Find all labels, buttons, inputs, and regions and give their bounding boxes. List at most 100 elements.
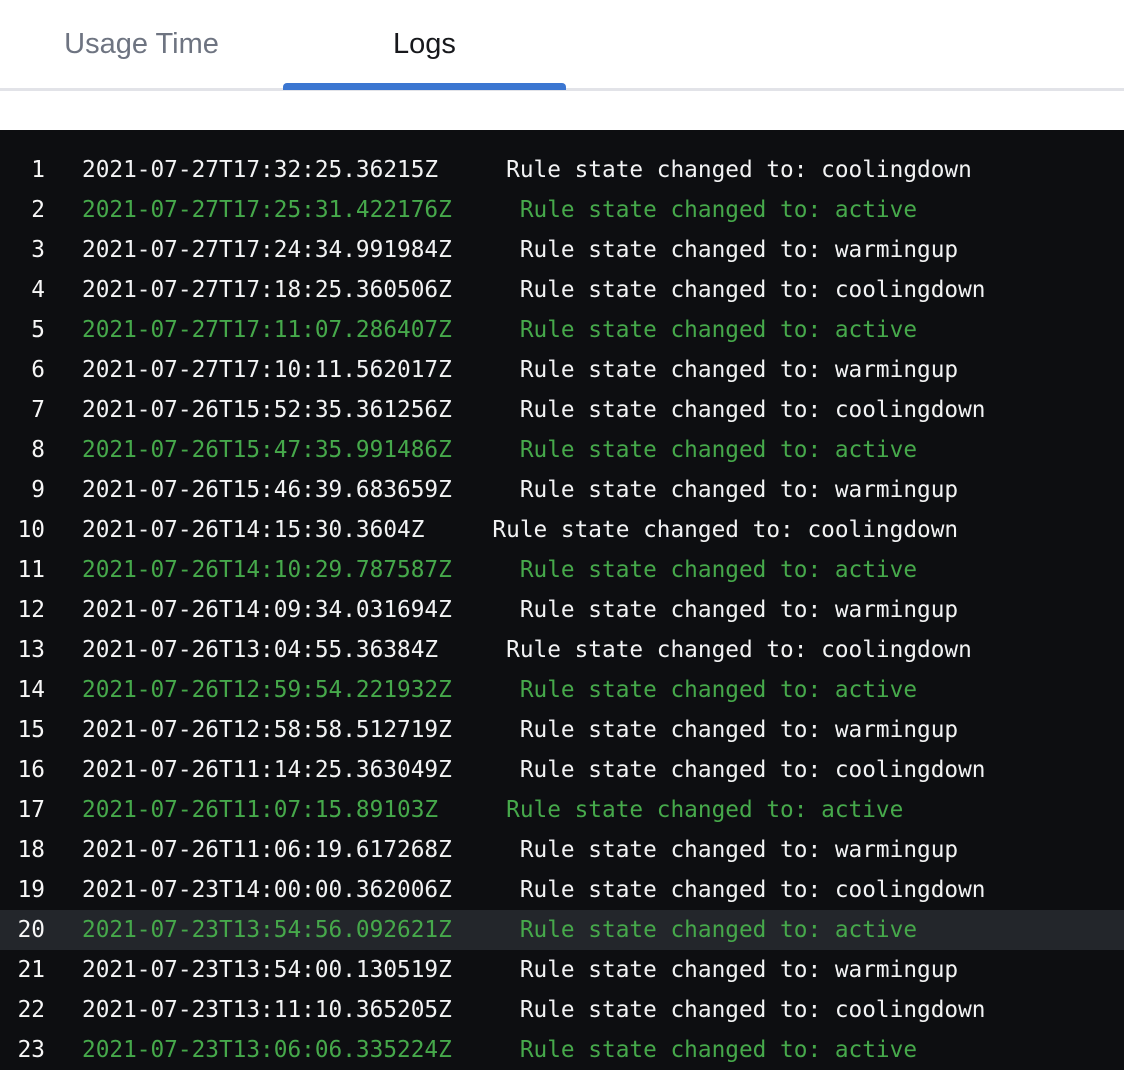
log-panel: 1 2021-07-27T17:32:25.36215Z Rule state … bbox=[0, 130, 1124, 1070]
log-row[interactable]: 3 2021-07-27T17:24:34.991984Z Rule state… bbox=[0, 230, 1124, 270]
tab-usage-time[interactable]: Usage Time bbox=[0, 0, 283, 88]
line-number: 1 bbox=[0, 150, 45, 190]
log-row[interactable]: 19 2021-07-23T14:00:00.362006Z Rule stat… bbox=[0, 870, 1124, 910]
line-timestamp: 2021-07-27T17:25:31.422176Z bbox=[82, 190, 452, 230]
line-number: 23 bbox=[0, 1030, 45, 1070]
log-row[interactable]: 5 2021-07-27T17:11:07.286407Z Rule state… bbox=[0, 310, 1124, 350]
log-row[interactable]: 12 2021-07-26T14:09:34.031694Z Rule stat… bbox=[0, 590, 1124, 630]
line-number: 14 bbox=[0, 670, 45, 710]
log-row[interactable]: 7 2021-07-26T15:52:35.361256Z Rule state… bbox=[0, 390, 1124, 430]
line-number: 13 bbox=[0, 630, 45, 670]
line-timestamp: 2021-07-26T14:10:29.787587Z bbox=[82, 550, 452, 590]
log-row[interactable]: 11 2021-07-26T14:10:29.787587Z Rule stat… bbox=[0, 550, 1124, 590]
line-timestamp: 2021-07-23T13:54:56.092621Z bbox=[82, 910, 452, 950]
line-timestamp: 2021-07-23T13:54:00.130519Z bbox=[82, 950, 452, 990]
line-timestamp: 2021-07-26T14:09:34.031694Z bbox=[82, 590, 452, 630]
line-number: 7 bbox=[0, 390, 45, 430]
log-row[interactable]: 20 2021-07-23T13:54:56.092621Z Rule stat… bbox=[0, 910, 1124, 950]
line-number: 4 bbox=[0, 270, 45, 310]
line-timestamp: 2021-07-27T17:10:11.562017Z bbox=[82, 350, 452, 390]
line-timestamp: 2021-07-26T11:14:25.363049Z bbox=[82, 750, 452, 790]
line-timestamp: 2021-07-26T15:47:35.991486Z bbox=[82, 430, 452, 470]
line-number: 9 bbox=[0, 470, 45, 510]
log-row[interactable]: 4 2021-07-27T17:18:25.360506Z Rule state… bbox=[0, 270, 1124, 310]
line-timestamp: 2021-07-27T17:18:25.360506Z bbox=[82, 270, 452, 310]
tab-logs-label: Logs bbox=[393, 28, 456, 61]
line-timestamp: 2021-07-23T13:06:06.335224Z bbox=[82, 1030, 452, 1070]
line-message: Rule state changed to: warmingup bbox=[520, 950, 958, 990]
line-number: 21 bbox=[0, 950, 45, 990]
log-row[interactable]: 2 2021-07-27T17:25:31.422176Z Rule state… bbox=[0, 190, 1124, 230]
line-number: 11 bbox=[0, 550, 45, 590]
line-number: 17 bbox=[0, 790, 45, 830]
line-message: Rule state changed to: warmingup bbox=[520, 350, 958, 390]
line-message: Rule state changed to: coolingdown bbox=[506, 150, 972, 190]
line-message: Rule state changed to: coolingdown bbox=[520, 390, 986, 430]
line-message: Rule state changed to: warmingup bbox=[520, 470, 958, 510]
line-number: 8 bbox=[0, 430, 45, 470]
line-timestamp: 2021-07-26T12:58:58.512719Z bbox=[82, 710, 452, 750]
line-number: 3 bbox=[0, 230, 45, 270]
line-message: Rule state changed to: active bbox=[520, 670, 917, 710]
log-row[interactable]: 17 2021-07-26T11:07:15.89103Z Rule state… bbox=[0, 790, 1124, 830]
line-number: 19 bbox=[0, 870, 45, 910]
line-message: Rule state changed to: active bbox=[520, 430, 917, 470]
line-timestamp: 2021-07-27T17:24:34.991984Z bbox=[82, 230, 452, 270]
log-row[interactable]: 1 2021-07-27T17:32:25.36215Z Rule state … bbox=[0, 150, 1124, 190]
log-lines: 1 2021-07-27T17:32:25.36215Z Rule state … bbox=[0, 150, 1124, 1070]
tab-logs[interactable]: Logs bbox=[283, 0, 566, 88]
line-number: 12 bbox=[0, 590, 45, 630]
line-message: Rule state changed to: active bbox=[520, 310, 917, 350]
line-message: Rule state changed to: warmingup bbox=[520, 710, 958, 750]
line-timestamp: 2021-07-26T11:07:15.89103Z bbox=[82, 790, 438, 830]
line-message: Rule state changed to: coolingdown bbox=[492, 510, 958, 550]
log-row[interactable]: 9 2021-07-26T15:46:39.683659Z Rule state… bbox=[0, 470, 1124, 510]
line-number: 16 bbox=[0, 750, 45, 790]
line-number: 5 bbox=[0, 310, 45, 350]
line-message: Rule state changed to: active bbox=[506, 790, 903, 830]
tab-usage-time-label: Usage Time bbox=[64, 28, 219, 61]
log-row[interactable]: 21 2021-07-23T13:54:00.130519Z Rule stat… bbox=[0, 950, 1124, 990]
line-message: Rule state changed to: coolingdown bbox=[520, 870, 986, 910]
tab-list: Usage Time Logs bbox=[0, 0, 1124, 88]
line-timestamp: 2021-07-27T17:32:25.36215Z bbox=[82, 150, 438, 190]
log-row[interactable]: 10 2021-07-26T14:15:30.3604Z Rule state … bbox=[0, 510, 1124, 550]
line-message: Rule state changed to: warmingup bbox=[520, 830, 958, 870]
active-tab-indicator bbox=[283, 83, 566, 90]
log-row[interactable]: 22 2021-07-23T13:11:10.365205Z Rule stat… bbox=[0, 990, 1124, 1030]
log-row[interactable]: 8 2021-07-26T15:47:35.991486Z Rule state… bbox=[0, 430, 1124, 470]
log-row[interactable]: 16 2021-07-26T11:14:25.363049Z Rule stat… bbox=[0, 750, 1124, 790]
line-message: Rule state changed to: active bbox=[520, 1030, 917, 1070]
log-row[interactable]: 18 2021-07-26T11:06:19.617268Z Rule stat… bbox=[0, 830, 1124, 870]
line-message: Rule state changed to: coolingdown bbox=[506, 630, 972, 670]
log-row[interactable]: 6 2021-07-27T17:10:11.562017Z Rule state… bbox=[0, 350, 1124, 390]
line-message: Rule state changed to: active bbox=[520, 190, 917, 230]
line-timestamp: 2021-07-26T15:46:39.683659Z bbox=[82, 470, 452, 510]
line-message: Rule state changed to: coolingdown bbox=[520, 990, 986, 1030]
line-number: 15 bbox=[0, 710, 45, 750]
line-timestamp: 2021-07-26T14:15:30.3604Z bbox=[82, 510, 424, 550]
line-number: 20 bbox=[0, 910, 45, 950]
line-message: Rule state changed to: active bbox=[520, 910, 917, 950]
line-number: 2 bbox=[0, 190, 45, 230]
line-timestamp: 2021-07-23T14:00:00.362006Z bbox=[82, 870, 452, 910]
log-row[interactable]: 23 2021-07-23T13:06:06.335224Z Rule stat… bbox=[0, 1030, 1124, 1070]
line-number: 18 bbox=[0, 830, 45, 870]
line-timestamp: 2021-07-26T15:52:35.361256Z bbox=[82, 390, 452, 430]
log-row[interactable]: 15 2021-07-26T12:58:58.512719Z Rule stat… bbox=[0, 710, 1124, 750]
tab-bar: Usage Time Logs bbox=[0, 0, 1124, 91]
line-message: Rule state changed to: warmingup bbox=[520, 590, 958, 630]
line-timestamp: 2021-07-26T12:59:54.221932Z bbox=[82, 670, 452, 710]
log-row[interactable]: 13 2021-07-26T13:04:55.36384Z Rule state… bbox=[0, 630, 1124, 670]
line-message: Rule state changed to: coolingdown bbox=[520, 270, 986, 310]
line-number: 22 bbox=[0, 990, 45, 1030]
line-timestamp: 2021-07-26T13:04:55.36384Z bbox=[82, 630, 438, 670]
line-message: Rule state changed to: active bbox=[520, 550, 917, 590]
line-timestamp: 2021-07-27T17:11:07.286407Z bbox=[82, 310, 452, 350]
line-timestamp: 2021-07-26T11:06:19.617268Z bbox=[82, 830, 452, 870]
line-message: Rule state changed to: coolingdown bbox=[520, 750, 986, 790]
line-message: Rule state changed to: warmingup bbox=[520, 230, 958, 270]
log-row[interactable]: 14 2021-07-26T12:59:54.221932Z Rule stat… bbox=[0, 670, 1124, 710]
line-number: 6 bbox=[0, 350, 45, 390]
line-timestamp: 2021-07-23T13:11:10.365205Z bbox=[82, 990, 452, 1030]
